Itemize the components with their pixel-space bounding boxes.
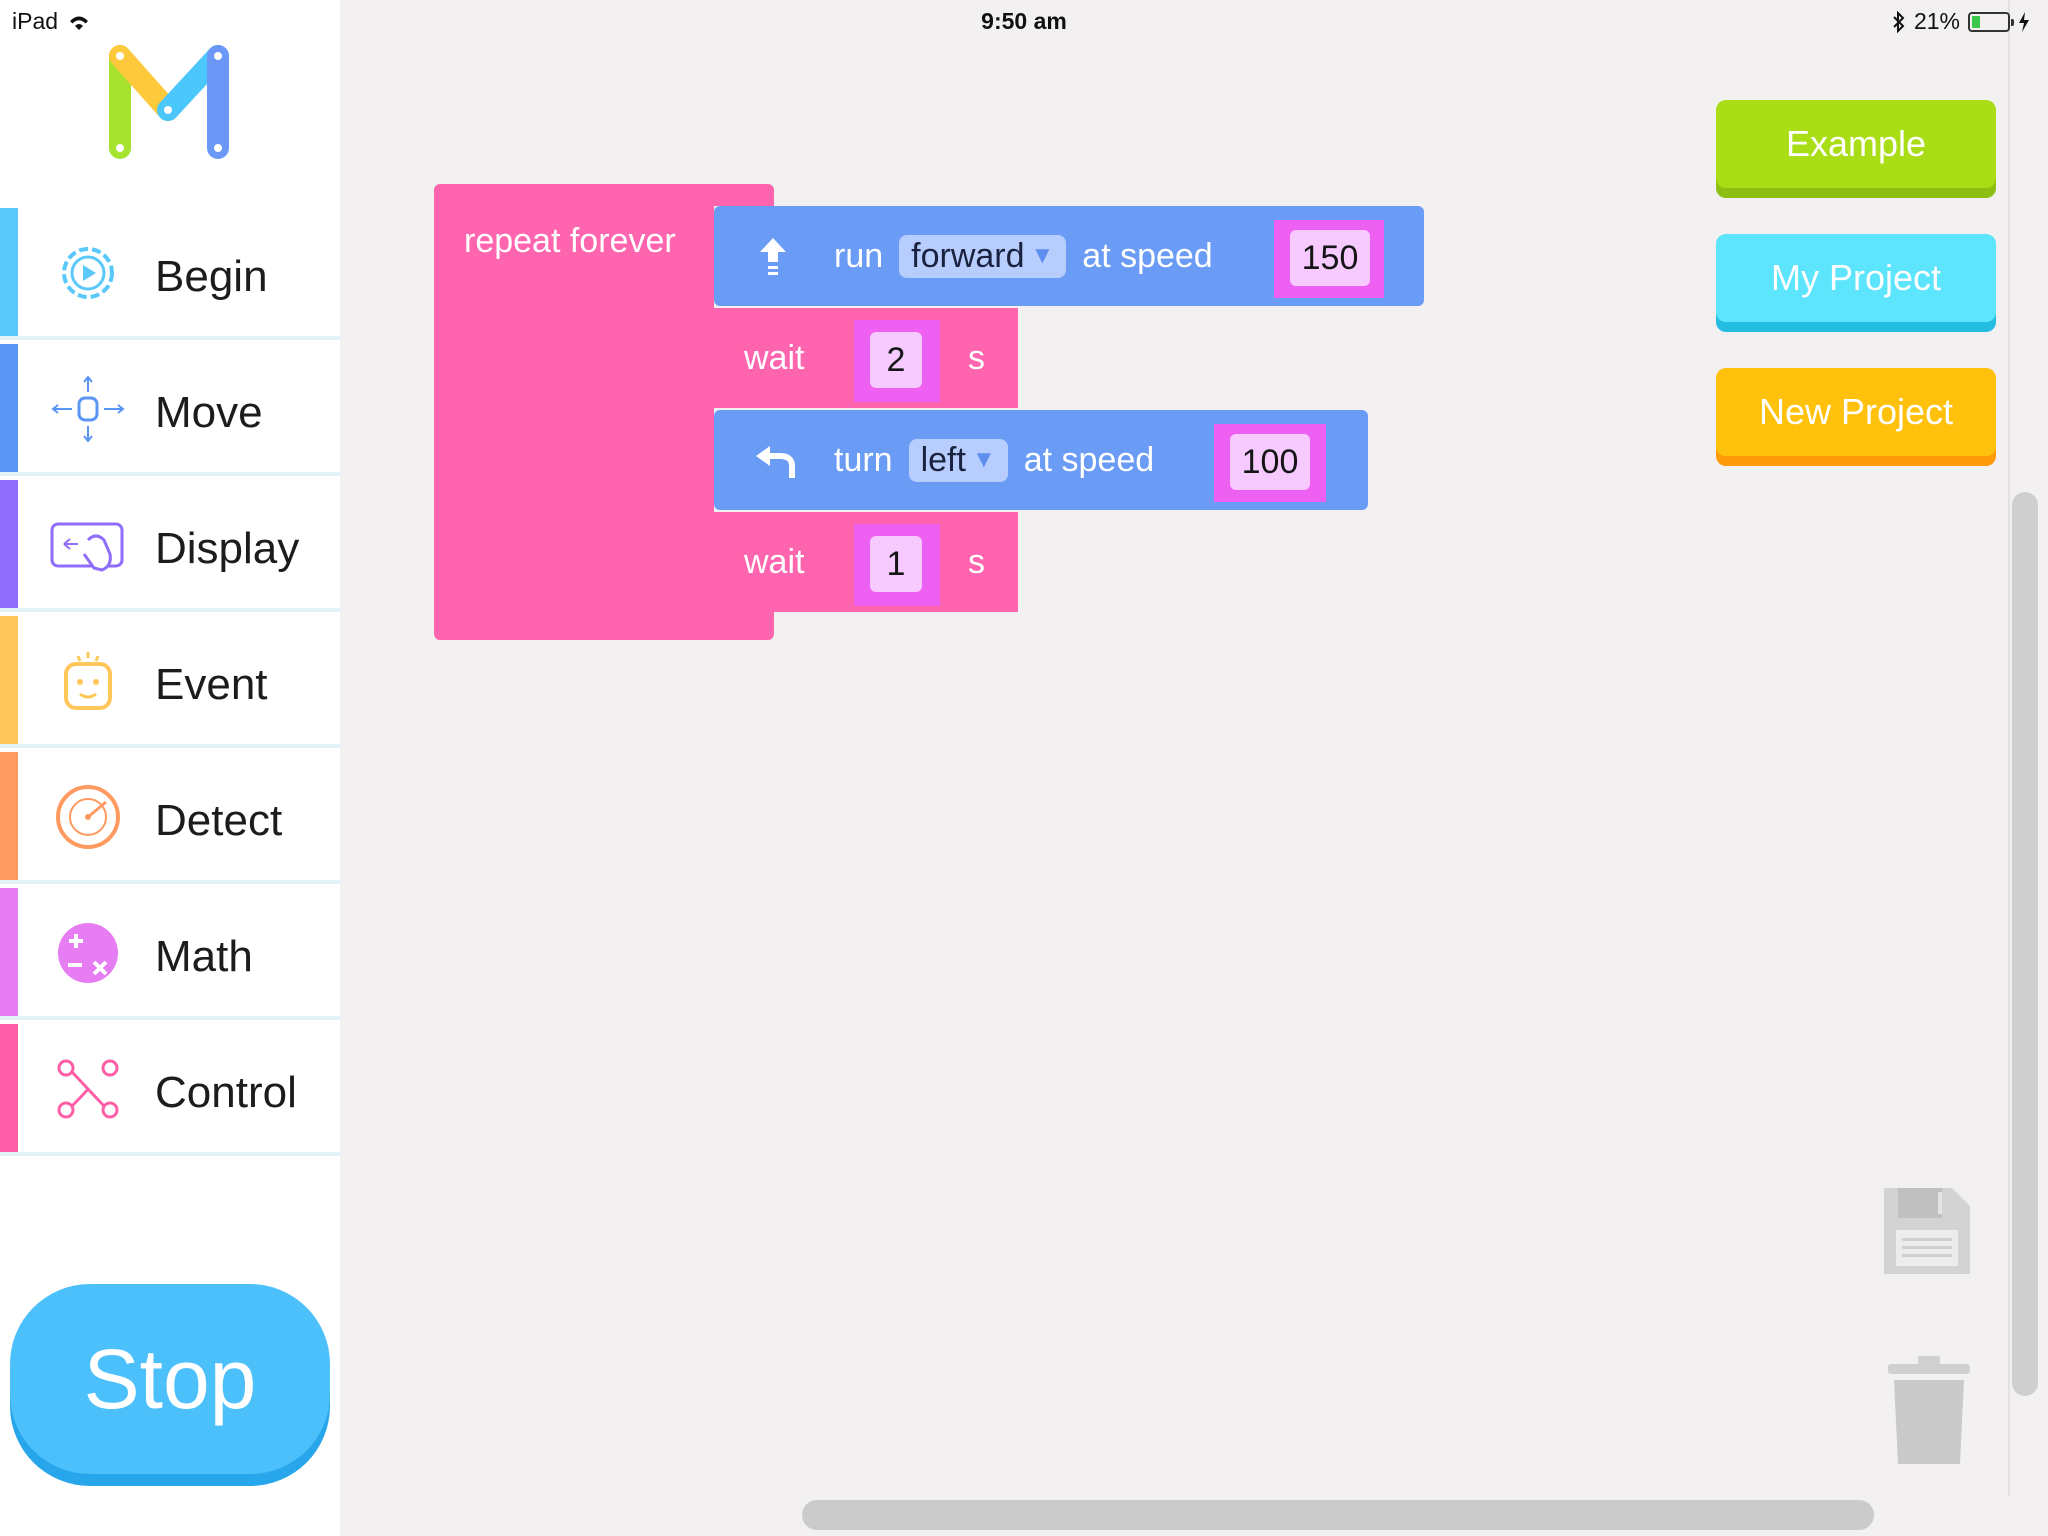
- repeat-label: repeat forever: [464, 222, 676, 260]
- direction-value: left: [920, 440, 966, 479]
- branch-nodes-icon: [57, 1059, 119, 1119]
- radar-icon: [56, 785, 120, 849]
- speed-input[interactable]: 150: [1290, 230, 1370, 286]
- wait-input[interactable]: 2: [870, 332, 922, 388]
- wait-block[interactable]: wait 1 s: [714, 512, 1018, 612]
- status-bar: iPad 9:50 am 21%: [0, 0, 2048, 42]
- category-event[interactable]: Event: [0, 616, 340, 748]
- robot-move-icon: [51, 375, 125, 443]
- category-display[interactable]: Display: [0, 480, 340, 612]
- category-color-strip: [0, 752, 18, 880]
- vertical-scrollbar[interactable]: [2012, 492, 2038, 1396]
- category-label: Move: [155, 388, 263, 437]
- status-time: 9:50 am: [981, 8, 1067, 34]
- wait-block[interactable]: wait 2 s: [714, 308, 1018, 408]
- gear-play-icon: [62, 247, 114, 299]
- battery-percent: 21%: [1913, 8, 1960, 34]
- direction-dropdown[interactable]: forward ▼: [899, 234, 1067, 278]
- arrow-up-icon: [760, 238, 786, 275]
- at-speed-label: at speed: [1023, 440, 1155, 479]
- touch-screen-icon: [50, 522, 124, 572]
- horizontal-scrollbar[interactable]: [802, 1500, 1874, 1530]
- charging-bolt-icon: [2019, 11, 2029, 32]
- battery-icon: [1968, 11, 2014, 32]
- category-label: Display: [155, 524, 300, 573]
- wait-label: wait: [744, 542, 805, 581]
- category-begin[interactable]: Begin: [0, 208, 340, 340]
- bluetooth-icon: [1893, 10, 1905, 33]
- example-button[interactable]: Example: [1716, 100, 1996, 188]
- turn-left-arrow-icon: [756, 446, 795, 478]
- trash-icon[interactable]: [1884, 1356, 1974, 1466]
- my-project-button[interactable]: My Project: [1716, 234, 1996, 322]
- direction-dropdown[interactable]: left ▼: [908, 438, 1008, 482]
- category-color-strip: [0, 616, 18, 744]
- category-color-strip: [0, 1024, 18, 1152]
- category-control[interactable]: Control: [0, 1024, 340, 1156]
- turn-label: turn: [834, 440, 893, 479]
- status-right: 21%: [1892, 8, 2030, 35]
- category-math[interactable]: Math: [0, 888, 340, 1020]
- at-speed-label: at speed: [1082, 236, 1213, 275]
- save-icon[interactable]: [1882, 1186, 1972, 1276]
- category-label: Begin: [155, 252, 268, 301]
- dropdown-arrow-icon: ▼: [1030, 242, 1055, 269]
- category-label: Detect: [155, 796, 283, 845]
- turn-block[interactable]: turn left ▼ at speed 100: [714, 410, 1368, 510]
- category-detect[interactable]: Detect: [0, 752, 340, 884]
- category-color-strip: [0, 888, 18, 1016]
- category-sidebar: Begin Move Display Event Detect Math Con…: [0, 0, 340, 1536]
- robot-face-icon: [64, 652, 112, 710]
- unit-label: s: [968, 542, 985, 581]
- category-label: Event: [155, 660, 268, 709]
- wait-label: wait: [744, 338, 805, 377]
- stop-button[interactable]: Stop: [10, 1284, 330, 1474]
- speed-input[interactable]: 100: [1230, 434, 1310, 490]
- app-logo: [109, 45, 229, 159]
- wait-input[interactable]: 1: [870, 536, 922, 592]
- category-color-strip: [0, 344, 18, 472]
- dropdown-arrow-icon: ▼: [971, 446, 996, 473]
- new-project-button[interactable]: New Project: [1716, 368, 1996, 456]
- run-label: run: [834, 236, 884, 275]
- run-block[interactable]: run forward ▼ at speed 150: [714, 206, 1424, 306]
- category-label: Control: [155, 1068, 297, 1117]
- direction-value: forward: [911, 236, 1025, 275]
- category-label: Math: [155, 932, 253, 981]
- category-move[interactable]: Move: [0, 344, 340, 476]
- math-operators-icon: [58, 923, 118, 983]
- category-color-strip: [0, 480, 18, 608]
- unit-label: s: [968, 338, 985, 377]
- category-color-strip: [0, 208, 18, 336]
